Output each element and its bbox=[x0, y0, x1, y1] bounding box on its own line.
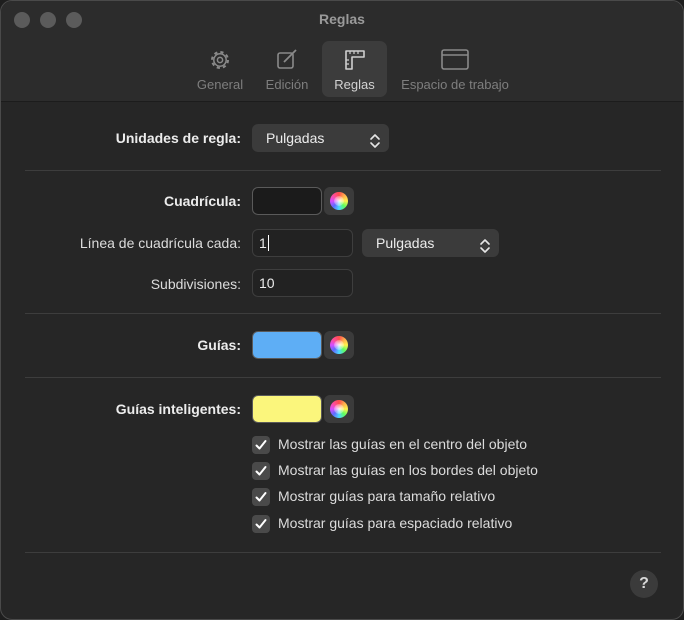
tab-edicion[interactable]: Edición bbox=[257, 41, 317, 97]
checkbox-label: Mostrar guías para tamaño relativo bbox=[278, 488, 496, 504]
tab-general-label: General bbox=[196, 77, 244, 92]
divider bbox=[25, 552, 661, 553]
gear-icon bbox=[207, 47, 233, 76]
window-title: Reglas bbox=[319, 11, 365, 27]
subdivisions-value: 10 bbox=[259, 275, 275, 291]
window-icon bbox=[440, 47, 470, 76]
color-wheel-icon bbox=[330, 336, 348, 354]
ruler-icon bbox=[342, 47, 368, 76]
tab-general[interactable]: General bbox=[189, 41, 251, 97]
checkbox[interactable] bbox=[252, 462, 270, 480]
checkbox[interactable] bbox=[252, 515, 270, 533]
title-bar: Reglas General Edición Reglas Espacio de… bbox=[1, 1, 683, 102]
divider bbox=[25, 170, 661, 171]
chevron-updown-icon bbox=[369, 130, 381, 158]
divider bbox=[25, 377, 661, 378]
smart-guides-color-wheel-button[interactable] bbox=[324, 395, 354, 423]
units-popup[interactable]: Pulgadas bbox=[252, 124, 389, 152]
checkmark-icon bbox=[255, 519, 267, 529]
units-label: Unidades de regla: bbox=[115, 130, 241, 146]
tab-reglas-label: Reglas bbox=[334, 77, 375, 92]
checkbox-label: Mostrar las guías en el centro del objet… bbox=[278, 436, 528, 452]
color-wheel-icon bbox=[330, 400, 348, 418]
tab-espacio-de-trabajo[interactable]: Espacio de trabajo bbox=[393, 41, 517, 97]
divider bbox=[25, 313, 661, 314]
checkbox-label: Mostrar guías para espaciado relativo bbox=[278, 515, 513, 531]
guides-color-wheel-button[interactable] bbox=[324, 331, 354, 359]
checkmark-icon bbox=[255, 440, 267, 450]
smart-guides-label: Guías inteligentes: bbox=[115, 401, 241, 417]
help-button[interactable]: ? bbox=[630, 570, 658, 598]
checkmark-icon bbox=[255, 492, 267, 502]
grid-color-swatch[interactable] bbox=[252, 187, 322, 215]
color-wheel-icon bbox=[330, 192, 348, 210]
guides-label: Guías: bbox=[197, 337, 241, 353]
edit-icon bbox=[274, 47, 300, 76]
grid-spacing-input[interactable]: 1 bbox=[252, 229, 353, 257]
preferences-window: Reglas General Edición Reglas Espacio de… bbox=[0, 0, 684, 620]
grid-spacing-label: Línea de cuadrícula cada: bbox=[79, 235, 241, 251]
checkbox[interactable] bbox=[252, 488, 270, 506]
tab-reglas[interactable]: Reglas bbox=[322, 41, 387, 97]
guides-color-swatch[interactable] bbox=[252, 331, 322, 359]
units-value: Pulgadas bbox=[266, 130, 325, 146]
grid-spacing-unit-value: Pulgadas bbox=[376, 235, 435, 251]
subdivisions-label: Subdivisiones: bbox=[150, 276, 241, 292]
subdivisions-input[interactable]: 10 bbox=[252, 269, 353, 297]
tab-espacio-label: Espacio de trabajo bbox=[401, 77, 509, 92]
checkmark-icon bbox=[255, 466, 267, 476]
text-caret bbox=[267, 235, 269, 251]
grid-spacing-unit-popup[interactable]: Pulgadas bbox=[362, 229, 499, 257]
smart-guides-color-swatch[interactable] bbox=[252, 395, 322, 423]
grid-spacing-value: 1 bbox=[259, 235, 267, 251]
chevron-updown-icon bbox=[479, 235, 491, 263]
checkbox-label: Mostrar las guías en los bordes del obje… bbox=[278, 462, 538, 478]
tab-edicion-label: Edición bbox=[265, 77, 309, 92]
grid-label: Cuadrícula: bbox=[163, 193, 241, 209]
checkbox[interactable] bbox=[252, 436, 270, 454]
grid-color-wheel-button[interactable] bbox=[324, 187, 354, 215]
